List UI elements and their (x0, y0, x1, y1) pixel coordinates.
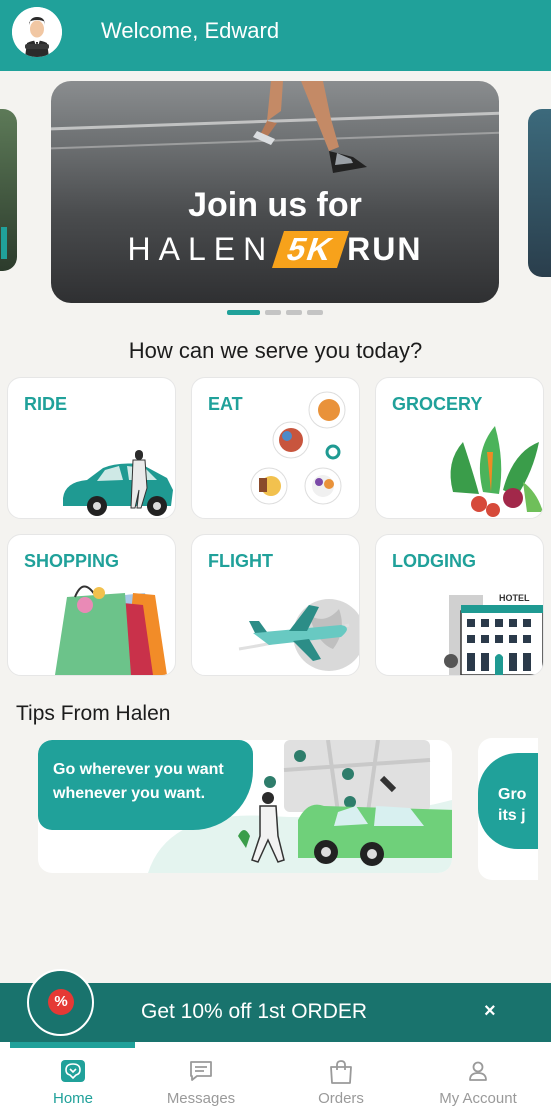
close-icon[interactable]: × (484, 1000, 496, 1023)
service-grocery[interactable]: GROCERY (375, 377, 544, 519)
tip-2-text: Gro its j (498, 784, 526, 826)
carousel-indicator (227, 310, 323, 315)
account-icon (467, 1059, 489, 1088)
promo-carousel[interactable]: Join us for HALEN 5K RUN (0, 80, 551, 320)
hotel-icon: HOTEL (444, 593, 543, 675)
banner-highlight: 5K (272, 231, 350, 268)
service-flight-label: FLIGHT (208, 551, 273, 571)
tip-1-text: Go wherever you want whenever you want. (53, 761, 224, 802)
food-plates-icon (250, 391, 346, 505)
shopping-bag-icon (328, 1059, 354, 1090)
car-icon (63, 450, 173, 516)
tip-2-line1: Gro (498, 786, 527, 803)
service-shopping[interactable]: SHOPPING (7, 534, 176, 676)
shopping-bags-icon (55, 585, 167, 675)
service-ride-label: RIDE (24, 394, 68, 414)
carousel-dot-1[interactable] (227, 310, 260, 315)
tip-2-line2: its j (498, 807, 526, 824)
banner-event-name: HALEN 5K RUN (51, 231, 499, 268)
bottom-navigation: Home Messages Orders My Account (0, 1042, 551, 1115)
discount-percent-icon: % (48, 989, 74, 1015)
nav-home[interactable]: Home (4, 1042, 142, 1115)
service-flight[interactable]: FLIGHT (191, 534, 360, 676)
nav-messages-label: Messages (166, 1090, 236, 1107)
user-avatar-icon[interactable] (12, 7, 62, 57)
service-eat[interactable]: EAT (191, 377, 360, 519)
service-eat-label: EAT (208, 394, 243, 414)
discount-badge[interactable]: % (27, 969, 94, 1036)
service-shopping-label: SHOPPING (24, 551, 120, 571)
carousel-prev-slide[interactable] (0, 109, 17, 271)
service-lodging[interactable]: LODGING HOTEL (375, 534, 544, 676)
carousel-dot-2[interactable] (265, 310, 281, 315)
runner-legs-image (253, 81, 367, 173)
service-grocery-label: GROCERY (392, 394, 483, 414)
tip-card-1[interactable]: Go wherever you want whenever you want. (38, 740, 452, 873)
nav-messages[interactable]: Messages (132, 1042, 270, 1115)
carousel-dot-4[interactable] (307, 310, 323, 315)
svg-text:HOTEL: HOTEL (499, 593, 530, 603)
home-icon (60, 1059, 86, 1088)
service-lodging-label: LODGING (392, 551, 476, 571)
tip-card-2[interactable]: Gro its j (478, 738, 538, 880)
service-ride[interactable]: RIDE (7, 377, 176, 519)
banner-headline: Join us for (188, 186, 362, 224)
banner-suffix: RUN (347, 231, 423, 267)
nav-home-label: Home (52, 1090, 93, 1107)
airplane-icon (238, 599, 359, 671)
messages-icon (189, 1059, 213, 1088)
carousel-dot-3[interactable] (286, 310, 302, 315)
nav-account[interactable]: My Account (409, 1042, 547, 1115)
nav-orders[interactable]: Orders (272, 1042, 410, 1115)
vegetables-icon (450, 426, 543, 517)
welcome-text: Welcome, Edward (101, 18, 280, 43)
nav-account-label: My Account (439, 1090, 517, 1107)
carousel-slide-halen-5k[interactable]: Join us for HALEN 5K RUN (51, 81, 499, 303)
app-header: Welcome, Edward (0, 0, 551, 71)
promo-text: Get 10% off 1st ORDER (141, 1000, 368, 1023)
carousel-next-slide[interactable] (528, 109, 551, 277)
nav-active-indicator (10, 1042, 135, 1048)
services-heading: How can we serve you today? (128, 338, 423, 363)
nav-orders-label: Orders (318, 1090, 364, 1107)
banner-brand: HALEN (127, 231, 275, 267)
tips-heading: Tips From Halen (16, 702, 171, 725)
